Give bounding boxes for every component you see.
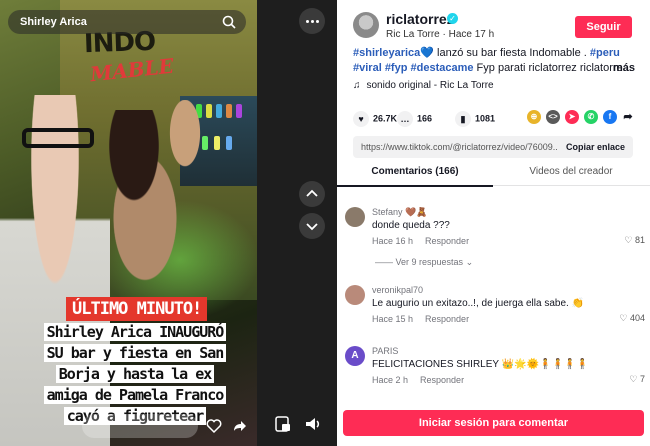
video-caption: Shirley Arica INAUGURÓ SU bar y fiesta e… (36, 322, 234, 427)
commenter-avatar[interactable] (345, 285, 365, 305)
view-replies-label: Ver 9 respuestas (395, 257, 464, 267)
search-text: Shirley Arica (20, 16, 87, 28)
comment-time: Hace 2 h (372, 375, 409, 385)
save-count: 1081 (475, 113, 496, 124)
search-icon (222, 15, 236, 29)
embed-icon[interactable]: ⊕ (527, 110, 541, 124)
hashtag-link[interactable]: #destacame (411, 62, 474, 74)
heart-outline-icon: ♡ (619, 313, 630, 323)
comment-time: Hace 16 h (372, 236, 414, 246)
comment-text: Le augurio un exitazo..!, de juerga ella… (372, 298, 585, 309)
verified-icon: ✓ (447, 13, 458, 24)
chevron-up-icon (306, 189, 318, 197)
tab-comments[interactable]: Comentarios (166) (337, 166, 493, 177)
video-player[interactable]: INDO MABLE Shirley Arica ÚLTIMO MINUTO! … (0, 0, 257, 446)
comment-like[interactable]: ♡ 7 (629, 374, 645, 385)
forward-icon[interactable]: ➦ (621, 110, 635, 124)
reply-button[interactable]: Responder (425, 236, 469, 246)
video-description: #shirleyarica💙 lanzó su bar fiesta Indom… (353, 46, 635, 76)
bookmark-icon: ▮ (455, 111, 471, 127)
author-subline: Ric La Torre · Hace 17 h (386, 29, 495, 40)
comment-like-count: 81 (634, 235, 645, 245)
like-stat[interactable]: ♥ 26.7K (353, 111, 397, 127)
author-username[interactable]: riclatorrez (386, 11, 454, 27)
picture-in-picture-icon[interactable] (273, 414, 293, 434)
heart-outline-icon: ♡ (624, 235, 635, 245)
hashtag-link[interactable]: #viral (353, 62, 382, 74)
comment-like-count: 7 (639, 374, 645, 384)
whatsapp-icon[interactable]: ✆ (584, 110, 598, 124)
commenter-avatar[interactable]: A (345, 346, 365, 366)
copy-link-button[interactable]: Copiar enlace (566, 142, 625, 152)
follow-button[interactable]: Seguir (575, 16, 632, 38)
comment-stat[interactable]: … 166 (397, 111, 432, 127)
comment-meta: Hace 2 h Responder (372, 375, 464, 385)
comment-like-count: 404 (629, 313, 645, 323)
video-controls-strip (257, 0, 337, 446)
heart-outline-icon: ♡ (629, 374, 640, 384)
comment-like[interactable]: ♡ 81 (624, 235, 645, 246)
post-time: Hace 17 h (448, 29, 495, 40)
volume-icon[interactable] (303, 414, 323, 434)
glasses (22, 128, 94, 148)
more-link[interactable]: más (613, 61, 635, 76)
save-stat[interactable]: ▮ 1081 (455, 111, 495, 127)
commenter-name[interactable]: veronikpal70 (372, 285, 423, 295)
comment-text: donde queda ??? (372, 220, 450, 231)
hashtag-link[interactable]: #fyp (385, 62, 408, 74)
view-replies-link[interactable]: ―― Ver 9 respuestas ⌄ (375, 257, 473, 268)
video-comment-input[interactable] (82, 414, 198, 438)
comment-time: Hace 15 h (372, 314, 414, 324)
more-options-button[interactable] (299, 8, 325, 34)
description-fragment: Fyp parati riclatorrez riclatorre... (473, 62, 632, 74)
comment-text: FELICITACIONES SHIRLEY 👑🌟🌞🧍🧍🧍🧍 (372, 359, 589, 370)
comment-meta: Hace 15 h Responder (372, 314, 469, 324)
description-fragment: 💙 lanzó su bar fiesta Indomable . (420, 47, 590, 59)
comment-count: 166 (417, 113, 433, 124)
next-video-button[interactable] (299, 213, 325, 239)
active-tab-underline (337, 185, 493, 187)
heart-icon: ♥ (353, 111, 369, 127)
hashtag-link[interactable]: #shirleyarica (353, 47, 420, 59)
comment-meta: Hace 16 h Responder (372, 236, 469, 246)
reply-button[interactable]: Responder (420, 375, 464, 385)
send-icon[interactable]: ➤ (565, 110, 579, 124)
previous-video-button[interactable] (299, 181, 325, 207)
like-count: 26.7K (373, 113, 398, 124)
reply-button[interactable]: Responder (425, 314, 469, 324)
heart-icon[interactable] (206, 418, 222, 434)
author-avatar[interactable] (353, 12, 379, 38)
tab-creator-videos[interactable]: Videos del creador (493, 166, 649, 177)
link-box: https://www.tiktok.com/@riclatorrez/vide… (353, 136, 633, 158)
details-panel: riclatorrez ✓ Ric La Torre · Hace 17 h S… (337, 0, 650, 446)
chevron-down-icon (306, 223, 318, 231)
video-url[interactable]: https://www.tiktok.com/@riclatorrez/vide… (361, 142, 557, 152)
share-icon[interactable] (232, 418, 248, 434)
hashtag-link[interactable]: #peru (590, 47, 620, 59)
commenter-name[interactable]: Stefany 🤎🧸 (372, 207, 427, 218)
music-note-icon: ♫ (353, 80, 361, 91)
comment-like[interactable]: ♡ 404 (619, 313, 645, 324)
sound-label: sonido original - Ric La Torre (366, 80, 494, 91)
commenter-avatar[interactable] (345, 207, 365, 227)
comment-tabs: Comentarios (166) Videos del creador (337, 166, 650, 187)
search-bar[interactable]: Shirley Arica (8, 10, 246, 34)
comment-icon: … (397, 111, 413, 127)
description-text: #shirleyarica💙 lanzó su bar fiesta Indom… (353, 47, 632, 74)
sound-row[interactable]: ♫ sonido original - Ric La Torre (353, 80, 494, 91)
facebook-icon[interactable]: f (603, 110, 617, 124)
code-icon[interactable]: <> (546, 110, 560, 124)
author-display-name: Ric La Torre (386, 29, 440, 40)
breaking-news-banner: ÚLTIMO MINUTO! (66, 297, 208, 321)
commenter-name[interactable]: PARIS (372, 346, 398, 356)
video-caption-text: Shirley Arica INAUGURÓ SU bar y fiesta e… (43, 323, 227, 425)
login-to-comment-button[interactable]: Iniciar sesión para comentar (343, 410, 644, 436)
